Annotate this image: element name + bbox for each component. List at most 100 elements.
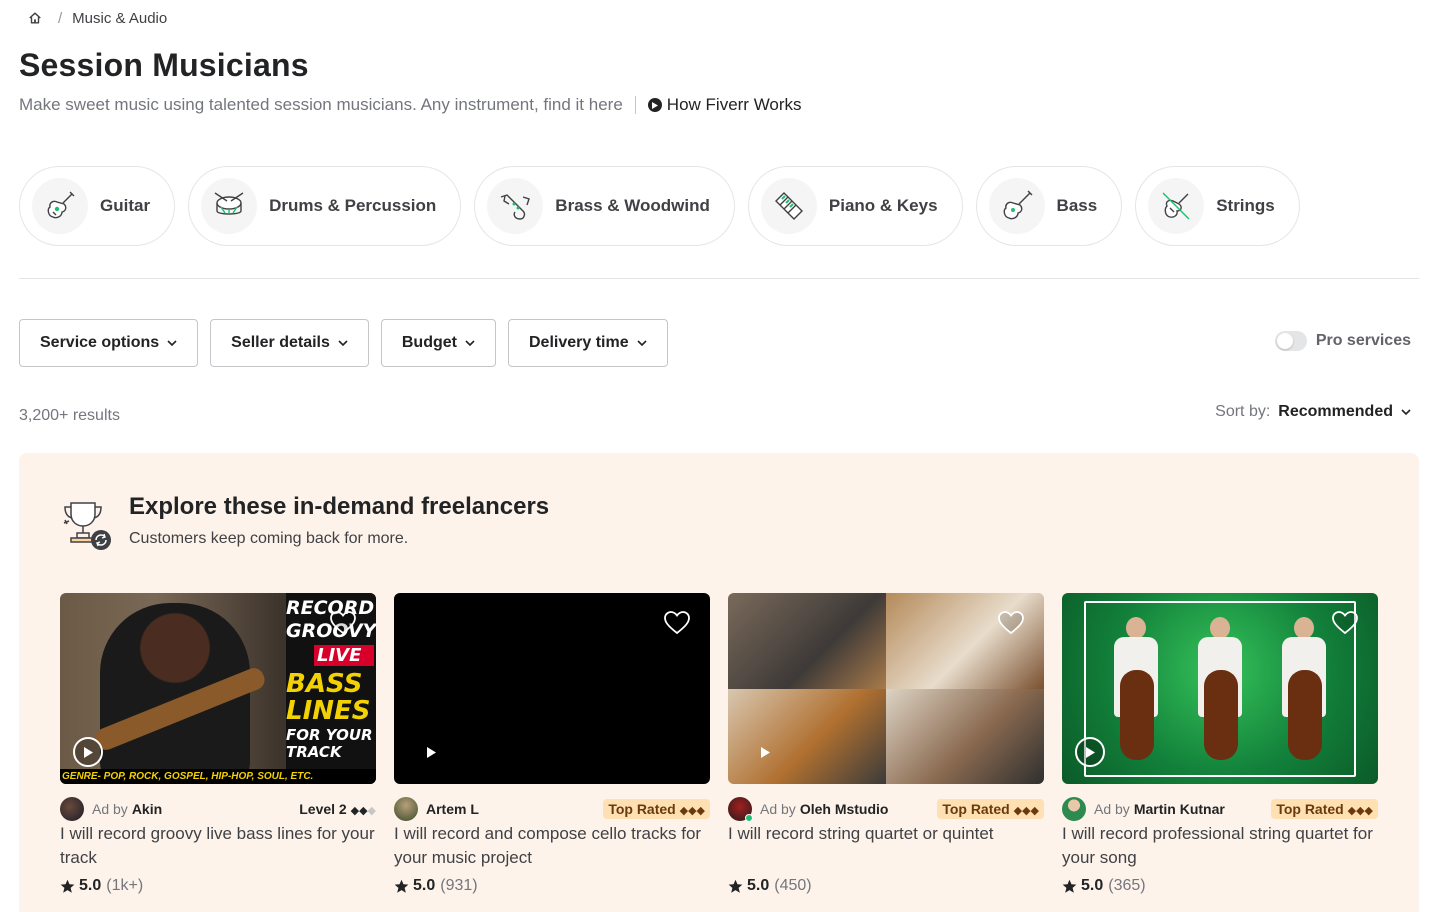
pro-services-toggle[interactable]: Pro services bbox=[1274, 331, 1411, 351]
video-tile bbox=[728, 593, 886, 689]
video-tile bbox=[886, 688, 1044, 784]
filter-label: Service options bbox=[40, 334, 160, 351]
seller-info[interactable]: Artem L bbox=[394, 797, 479, 821]
online-status-indicator bbox=[745, 814, 753, 822]
top-rated-diamonds-icon: ◆◆◆ bbox=[1347, 805, 1373, 817]
top-rated-badge: Top Rated ◆◆◆ bbox=[603, 799, 710, 819]
play-button[interactable] bbox=[73, 737, 103, 767]
how-fiverr-works-link[interactable]: How Fiverr Works bbox=[647, 95, 802, 115]
avatar bbox=[60, 797, 84, 821]
star-icon bbox=[728, 879, 743, 893]
heart-icon[interactable] bbox=[1332, 611, 1358, 635]
gig-rating: 5.0 (450) bbox=[728, 877, 1044, 895]
rating-count: (365) bbox=[1108, 877, 1146, 894]
category-brass-woodwind[interactable]: Brass & Woodwind bbox=[474, 166, 735, 246]
rating-score: 5.0 bbox=[413, 877, 436, 894]
top-rated-diamonds-icon: ◆◆◆ bbox=[679, 805, 705, 817]
promo-subtitle: Customers keep coming back for more. bbox=[129, 530, 409, 547]
home-icon[interactable] bbox=[28, 11, 42, 25]
top-rated-badge: Top Rated ◆◆◆ bbox=[937, 799, 1044, 819]
rating-count: (1k+) bbox=[106, 877, 144, 894]
filter-bar: Service options Seller details Budget De… bbox=[19, 319, 668, 367]
trophy-icon bbox=[63, 502, 111, 550]
gig-card[interactable]: RECORD GROOVY LIVE BASS LINES FOR YOUR T… bbox=[60, 593, 376, 895]
gig-rating: 5.0 (931) bbox=[394, 877, 710, 895]
gig-title[interactable]: I will record and compose cello tracks f… bbox=[394, 822, 710, 870]
seller-info[interactable]: Ad by Oleh Mstudio bbox=[728, 797, 889, 822]
top-rated-badge: Top Rated ◆◆◆ bbox=[1271, 799, 1378, 819]
heart-icon[interactable] bbox=[998, 611, 1024, 635]
promo-title: Explore these in-demand freelancers bbox=[129, 493, 550, 520]
seller-info[interactable]: Ad by Akin bbox=[60, 797, 162, 821]
avatar bbox=[1062, 797, 1086, 821]
breadcrumb-separator: / bbox=[58, 9, 63, 27]
category-label: Drums & Percussion bbox=[269, 196, 437, 215]
thumb-text: FOR YOUR bbox=[286, 726, 373, 744]
subtitle-divider bbox=[634, 96, 636, 114]
rating-score: 5.0 bbox=[747, 877, 770, 894]
ad-label: Ad by bbox=[92, 801, 128, 817]
violin-icon bbox=[1148, 178, 1205, 234]
category-strings[interactable]: Strings bbox=[1135, 166, 1300, 246]
chevron-down-icon bbox=[167, 340, 177, 347]
play-button[interactable] bbox=[416, 737, 446, 767]
play-button[interactable] bbox=[750, 737, 780, 767]
pro-services-label: Pro services bbox=[1315, 332, 1411, 349]
chevron-down-icon bbox=[637, 340, 647, 347]
heart-icon[interactable] bbox=[330, 611, 356, 635]
seller-info[interactable]: Ad by Martin Kutnar bbox=[1062, 797, 1225, 821]
piano-icon bbox=[760, 178, 817, 234]
category-label: Bass bbox=[1056, 196, 1098, 215]
category-drums-percussion[interactable]: Drums & Percussion bbox=[188, 166, 462, 246]
gig-rating: 5.0 (1k+) bbox=[60, 877, 376, 895]
gig-thumbnail[interactable] bbox=[394, 593, 710, 784]
category-bass[interactable]: Bass bbox=[975, 166, 1123, 246]
gig-carousel: RECORD GROOVY LIVE BASS LINES FOR YOUR T… bbox=[60, 593, 1378, 895]
seller-name: Oleh Mstudio bbox=[799, 801, 889, 817]
seller-level-badge: Level 2 ◆◆◆ bbox=[299, 801, 376, 817]
budget-dropdown[interactable]: Budget bbox=[380, 319, 496, 367]
gig-meta: Artem L Top Rated ◆◆◆ bbox=[394, 797, 710, 821]
gig-title[interactable]: I will record groovy live bass lines for… bbox=[60, 822, 376, 870]
seller-details-dropdown[interactable]: Seller details bbox=[210, 319, 369, 367]
bass-guitar-icon bbox=[988, 178, 1045, 234]
filter-label: Seller details bbox=[231, 334, 330, 351]
page-subtitle-row: Make sweet music using talented session … bbox=[19, 95, 802, 115]
drum-icon bbox=[201, 178, 258, 234]
gig-card[interactable]: Ad by Oleh Mstudio Top Rated ◆◆◆ I will … bbox=[728, 593, 1044, 895]
play-button[interactable] bbox=[1075, 737, 1105, 767]
sort-dropdown[interactable]: Sort by: Recommended bbox=[1215, 403, 1411, 421]
service-options-dropdown[interactable]: Service options bbox=[19, 319, 199, 367]
badge-label: Top Rated bbox=[1276, 801, 1344, 817]
category-guitar[interactable]: Guitar bbox=[19, 166, 176, 246]
cellist-figure bbox=[1190, 615, 1250, 770]
category-piano-keys[interactable]: Piano & Keys bbox=[747, 166, 963, 246]
sort-value: Recommended bbox=[1278, 403, 1393, 420]
level-diamonds-icon: ◆◆◆ bbox=[350, 805, 376, 817]
gig-thumbnail[interactable] bbox=[728, 593, 1044, 784]
badge-label: Top Rated bbox=[942, 801, 1010, 817]
gig-title[interactable]: I will record string quartet or quintet bbox=[728, 822, 1044, 870]
gig-thumbnail[interactable]: RECORD GROOVY LIVE BASS LINES FOR YOUR T… bbox=[60, 593, 376, 784]
rating-score: 5.0 bbox=[79, 877, 102, 894]
category-label: Brass & Woodwind bbox=[555, 196, 710, 215]
category-label: Guitar bbox=[100, 196, 151, 215]
chevron-down-icon bbox=[1401, 409, 1411, 416]
divider bbox=[19, 278, 1419, 279]
gig-meta: Ad by Akin Level 2 ◆◆◆ bbox=[60, 797, 376, 821]
seller-name: Artem L bbox=[426, 801, 479, 817]
gig-title[interactable]: I will record professional string quarte… bbox=[1062, 822, 1378, 870]
delivery-time-dropdown[interactable]: Delivery time bbox=[507, 319, 668, 367]
filter-label: Delivery time bbox=[528, 334, 629, 351]
gig-thumbnail[interactable] bbox=[1062, 593, 1378, 784]
badge-label: Top Rated bbox=[608, 801, 676, 817]
seller-name: Akin bbox=[131, 801, 163, 817]
toggle-switch[interactable] bbox=[1274, 331, 1307, 351]
gig-card[interactable]: Artem L Top Rated ◆◆◆ I will record and … bbox=[394, 593, 710, 895]
heart-icon[interactable] bbox=[664, 611, 690, 635]
breadcrumb-music-audio[interactable]: Music & Audio bbox=[72, 10, 167, 27]
genre-strip: GENRE- POP, ROCK, GOSPEL, HIP-HOP, SOUL,… bbox=[60, 769, 376, 784]
star-icon bbox=[394, 879, 409, 893]
how-fiverr-works-label: How Fiverr Works bbox=[666, 95, 802, 114]
gig-card[interactable]: Ad by Martin Kutnar Top Rated ◆◆◆ I will… bbox=[1062, 593, 1378, 895]
